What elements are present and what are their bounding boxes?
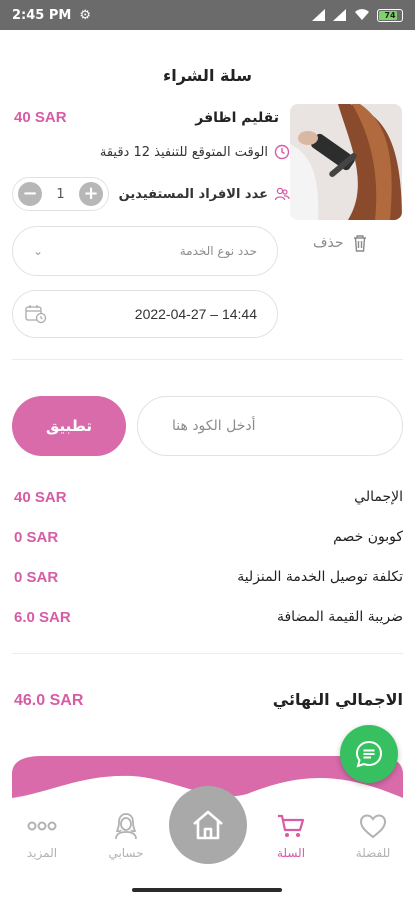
quantity-value: 1: [56, 186, 65, 202]
chat-button[interactable]: [340, 725, 398, 783]
increase-button[interactable]: +: [79, 182, 103, 206]
nav-account[interactable]: حسابي: [91, 810, 161, 860]
battery-icon: 74: [377, 8, 403, 22]
duration-text: الوقت المتوقع للتنفيذ 12 دقيقة: [99, 144, 268, 160]
nav-more[interactable]: المزيد: [7, 810, 77, 860]
nav-home[interactable]: [169, 786, 247, 864]
apply-coupon-button[interactable]: تطبيق: [12, 396, 126, 456]
service-type-select[interactable]: ⌄ حدد نوع الخدمة: [12, 226, 278, 276]
datetime-value: 2022-04-27 – 14:44: [134, 306, 257, 322]
page-title: سلة الشراء: [163, 66, 252, 85]
clock-icon: [274, 144, 290, 160]
vat-value: 6.0 SAR: [14, 609, 71, 626]
divider: [12, 359, 403, 360]
nav-more-label: المزيد: [26, 846, 58, 860]
calendar-clock-icon: [25, 305, 47, 324]
delete-label: حذف: [313, 235, 344, 251]
nav-account-label: حسابي: [108, 846, 144, 860]
beneficiaries-label: عدد الافراد المستفيدين: [118, 186, 268, 202]
status-icons: 74: [312, 8, 403, 22]
chat-icon: [355, 740, 383, 768]
signal-icon-2: [333, 9, 346, 21]
subtotal-value: 40 SAR: [14, 489, 67, 506]
delivery-cost-label: تكلفة توصيل الخدمة المنزلية: [237, 569, 403, 585]
divider: [12, 653, 403, 654]
battery-level: 74: [384, 10, 396, 20]
cart-icon: [278, 814, 305, 837]
nav-favorites[interactable]: للفضلة: [338, 810, 408, 860]
home-icon: [193, 810, 223, 840]
nav-favorites-label: للفضلة: [355, 846, 391, 860]
nav-cart-label: السلة: [276, 846, 306, 860]
decrease-button[interactable]: −: [18, 182, 42, 206]
wifi-icon: [355, 9, 369, 20]
coupon-input[interactable]: أدخل الكود هنا: [137, 396, 403, 456]
coupon-discount-value: 0 SAR: [14, 529, 59, 546]
vat-label: ضريبة القيمة المضافة: [276, 609, 403, 625]
more-dots-icon: [27, 821, 57, 831]
coupon-discount-label: كوبون خصم: [333, 529, 403, 545]
service-name: تقليم اظافر: [195, 110, 279, 126]
final-total-value: 46.0 SAR: [14, 692, 84, 709]
heart-icon: [359, 814, 387, 839]
signal-icon: [312, 9, 325, 21]
status-bar: 2:45 PM ⚙ 74: [0, 0, 415, 30]
duration-row: الوقت المتوقع للتنفيذ 12 دقيقة: [100, 144, 290, 160]
users-icon: [274, 187, 290, 201]
home-indicator: [132, 888, 282, 892]
service-type-placeholder: حدد نوع الخدمة: [179, 244, 257, 258]
quantity-stepper: − 1 +: [12, 177, 109, 211]
trash-icon: [353, 235, 366, 252]
coupon-placeholder: أدخل الكود هنا: [172, 418, 256, 434]
beneficiaries-row: عدد الافراد المستفيدين: [119, 186, 290, 202]
product-image: [290, 104, 402, 220]
item-price: 40 SAR: [14, 109, 67, 126]
bottom-nav: للفضلة السلة حسابي المزيد: [0, 786, 415, 878]
woman-avatar-icon: [115, 813, 137, 840]
delete-item-button[interactable]: حذف: [313, 234, 368, 252]
nav-cart[interactable]: السلة: [256, 810, 326, 860]
datetime-field[interactable]: 2022-04-27 – 14:44: [12, 290, 278, 338]
chevron-down-icon: ⌄: [33, 244, 44, 258]
final-total-label: الاجمالي النهائي: [272, 690, 403, 709]
subtotal-label: الإجمالي: [354, 489, 403, 505]
settings-notification-icon: ⚙: [79, 7, 91, 23]
status-time: 2:45 PM: [12, 7, 72, 23]
delivery-cost-value: 0 SAR: [14, 569, 59, 586]
